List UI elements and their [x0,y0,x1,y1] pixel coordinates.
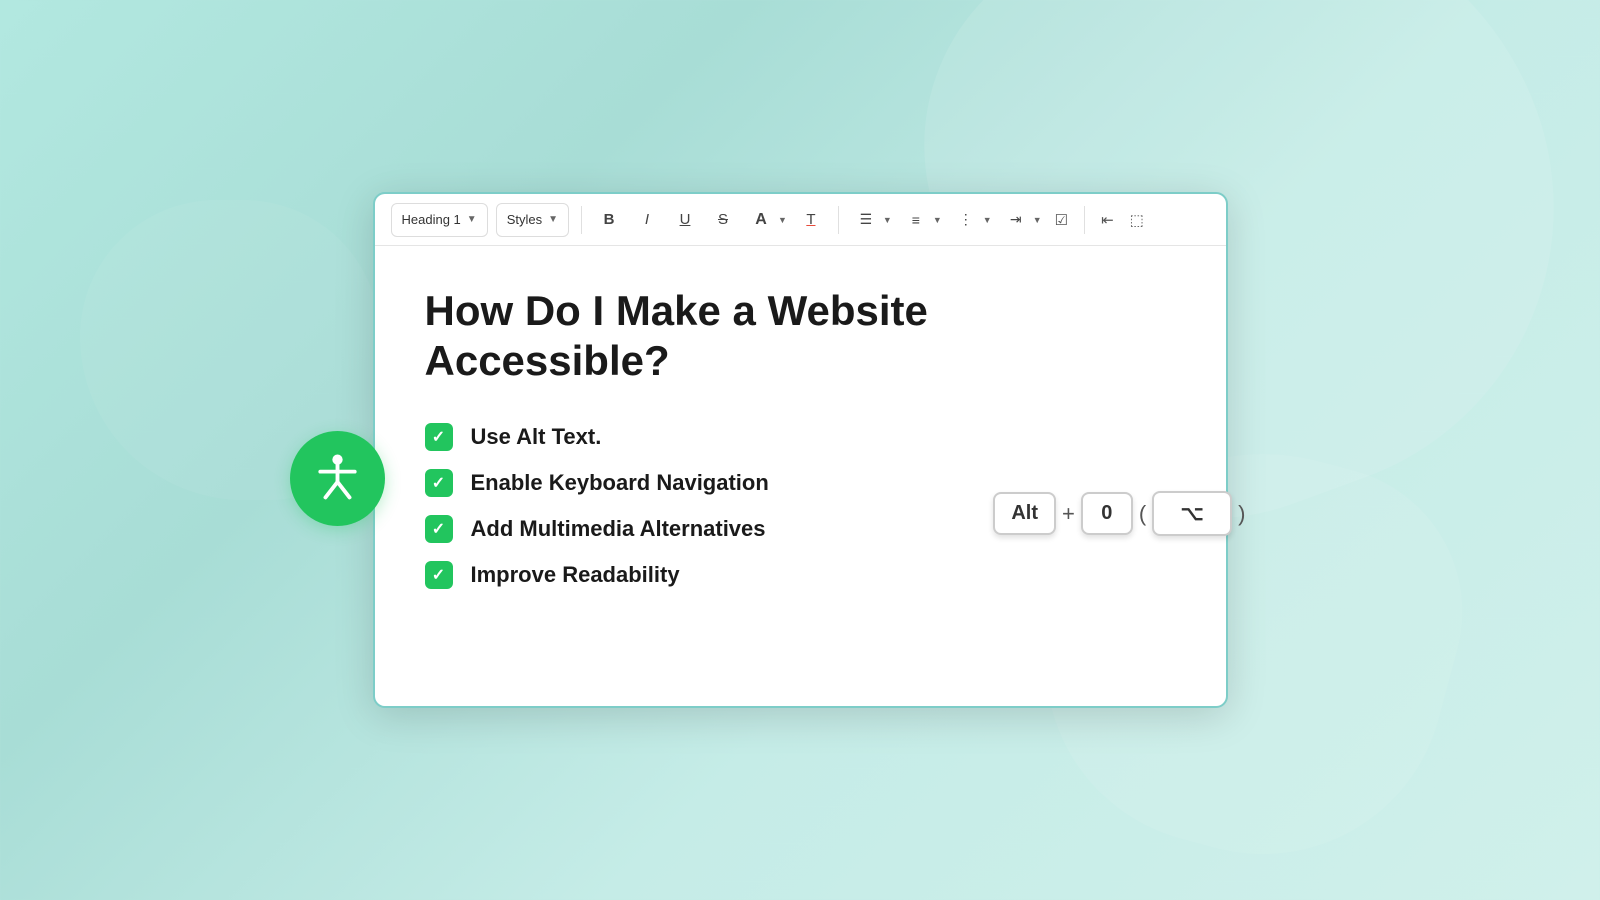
numbered-arrow: ▼ [982,215,993,225]
checkbox-3 [425,515,453,543]
bullet-list-group[interactable]: ≡ ▼ [901,205,943,235]
heading-chevron-icon: ▼ [467,214,477,225]
divider-1 [581,206,582,234]
align-arrow: ▼ [882,215,893,225]
document-heading: How Do I Make a Website Accessible? [425,286,1176,387]
font-size-group[interactable]: A ▼ [746,205,788,235]
list-item: Improve Readability [425,561,1176,589]
close-paren: ) [1238,501,1245,527]
strikethrough-button[interactable]: S [708,205,738,235]
checklist-item-1-text: Use Alt Text. [471,424,602,450]
option-key: ⌥ [1152,491,1232,536]
indent-arrow: ▼ [1032,215,1043,225]
align-group[interactable]: ☰ ▼ [851,205,893,235]
checklist-item-2-text: Enable Keyboard Navigation [471,470,769,496]
bullet-list-button[interactable]: ≡ [901,205,931,235]
divider-3 [1084,206,1085,234]
checkbox-2 [425,469,453,497]
numbered-list-group[interactable]: ⋮ ▼ [951,205,993,235]
numbered-list-button[interactable]: ⋮ [951,205,981,235]
indent-group[interactable]: ⇥ ▼ [1001,205,1043,235]
checkbox-1 [425,423,453,451]
underline-button[interactable]: U [670,205,700,235]
toolbar: Heading 1 ▼ Styles ▼ B I U S A ▼ [375,194,1226,246]
checklist-item-4-text: Improve Readability [471,562,680,588]
styles-chevron-icon: ▼ [548,214,558,225]
styles-select[interactable]: Styles ▼ [496,203,569,237]
heading-select-label: Heading 1 [402,212,461,227]
indent-button[interactable]: ⇥ [1001,205,1031,235]
font-size-button[interactable]: A [746,205,776,235]
divider-2 [838,206,839,234]
editor-content: How Do I Make a Website Accessible? Use … [375,246,1226,706]
alt-key: Alt [993,492,1056,535]
font-color-button[interactable]: T [796,205,826,235]
bold-button[interactable]: B [594,205,624,235]
bullet-arrow: ▼ [932,215,943,225]
font-size-arrow: ▼ [777,215,788,225]
keyboard-shortcut: Alt + 0 ( ⌥ ) [993,491,1245,536]
open-paren: ( [1139,501,1146,527]
list-item: Use Alt Text. [425,423,1176,451]
plus-sign: + [1062,501,1075,527]
checklist-item-3-text: Add Multimedia Alternatives [471,516,766,542]
italic-button[interactable]: I [632,205,662,235]
checkbox-4 [425,561,453,589]
heading-select[interactable]: Heading 1 ▼ [391,203,488,237]
checklist-button[interactable]: ☑ [1051,205,1072,235]
align-button[interactable]: ☰ [851,205,881,235]
outdent-button[interactable]: ⇤ [1097,205,1118,235]
editor-window: Heading 1 ▼ Styles ▼ B I U S A ▼ [373,192,1228,708]
styles-select-label: Styles [507,212,542,227]
accessibility-icon [290,431,385,526]
zero-key: 0 [1081,492,1133,535]
justify-button[interactable]: ⬚ [1126,205,1148,235]
